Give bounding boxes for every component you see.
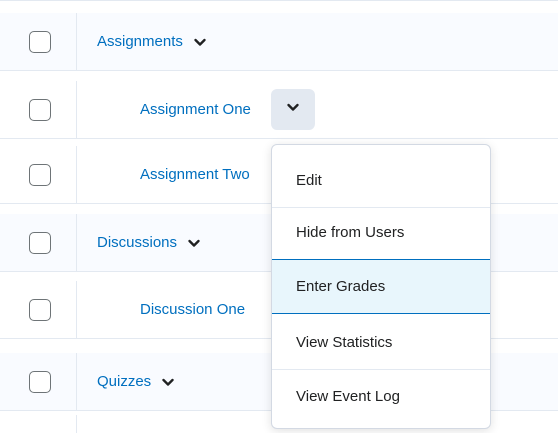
row-checkbox[interactable] (29, 31, 51, 53)
row-label[interactable]: Assignment Two (140, 166, 250, 183)
row-checkbox[interactable] (29, 232, 51, 254)
row-label[interactable]: Assignments (97, 33, 183, 50)
menu-item-hide-from-users[interactable]: Hide from Users (272, 205, 490, 260)
row-label-link[interactable]: Assignment Two (140, 146, 250, 203)
item-actions-button[interactable] (271, 89, 315, 130)
menu-item-view-event-log[interactable]: View Event Log (272, 369, 490, 424)
row-checkbox[interactable] (29, 371, 51, 393)
menu-item-label: Edit (296, 171, 322, 189)
menu-item-view-statistics[interactable]: View Statistics (272, 315, 490, 370)
row-checkbox[interactable] (29, 99, 51, 121)
menu-item-edit[interactable]: Edit (272, 153, 490, 208)
menu-item-label: Hide from Users (296, 223, 405, 241)
row-label[interactable]: Quizzes (97, 373, 151, 390)
checkbox-cell (0, 81, 77, 138)
checkbox-cell (0, 13, 77, 70)
chevron-down-icon[interactable] (193, 35, 207, 49)
table-row: Assignments (0, 13, 558, 71)
row-checkbox[interactable] (29, 164, 51, 186)
menu-item-label: View Event Log (296, 388, 400, 405)
row-label-link[interactable]: Assignment One (140, 81, 251, 138)
row-label[interactable]: Assignment One (140, 101, 251, 118)
checkbox-cell (0, 415, 77, 433)
checkbox-cell (0, 214, 77, 271)
checkbox-cell (0, 281, 77, 338)
menu-item-label: View Statistics (296, 333, 393, 351)
checkbox-cell (0, 353, 77, 410)
chevron-down-icon[interactable] (187, 236, 201, 250)
row-label-link[interactable]: Discussions (97, 214, 201, 271)
row-label-link[interactable]: Assignments (97, 13, 207, 70)
menu-item-enter-grades[interactable]: Enter Grades (272, 259, 490, 314)
row-label[interactable]: Discussions (97, 234, 177, 251)
chevron-down-icon (286, 100, 300, 119)
row-checkbox[interactable] (29, 299, 51, 321)
row-label-link[interactable]: Discussion One (140, 281, 245, 338)
row-label-link[interactable]: Quizzes (97, 353, 175, 410)
chevron-down-icon[interactable] (161, 375, 175, 389)
context-menu: Edit Hide from Users Enter Grades View S… (271, 144, 491, 429)
checkbox-cell (0, 146, 77, 203)
row-label[interactable]: Discussion One (140, 301, 245, 318)
menu-item-label: Enter Grades (296, 278, 386, 295)
